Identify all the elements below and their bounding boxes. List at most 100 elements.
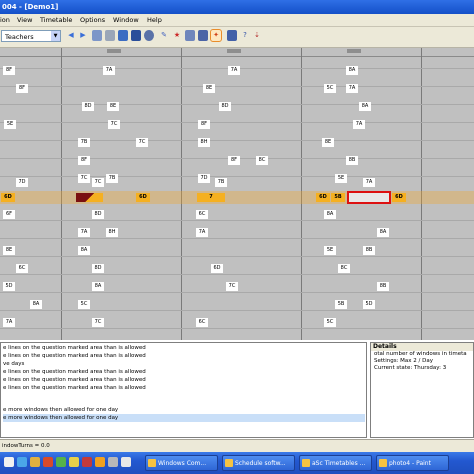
lesson-cell[interactable]: 7D: [16, 178, 28, 187]
lesson-cell[interactable]: 8B: [377, 282, 389, 291]
lesson-cell[interactable]: 7B: [215, 178, 227, 187]
chevron-down-icon[interactable]: ▼: [51, 31, 60, 41]
lesson-cell[interactable]: 8B: [363, 246, 375, 255]
message-item[interactable]: e lines on the question marked area than…: [3, 368, 146, 376]
taskbar-button[interactable]: photo4 - Paint: [376, 455, 449, 471]
lesson-cell[interactable]: 7A: [78, 228, 90, 237]
lesson-cell[interactable]: 8H: [106, 228, 118, 237]
grid-icon[interactable]: [92, 30, 102, 41]
taskbar-button[interactable]: Schedule softw...: [222, 455, 295, 471]
menu-item-options[interactable]: Options: [80, 14, 105, 26]
lesson-cell[interactable]: 8A: [30, 300, 42, 309]
wand-icon[interactable]: ✦: [210, 29, 222, 42]
lesson-cell-selected[interactable]: 6D: [392, 193, 406, 202]
lesson-cell[interactable]: 7D: [198, 174, 210, 183]
message-item-selected[interactable]: e more windows then allowed for one day: [3, 414, 365, 422]
message-item[interactable]: e lines on the question marked area than…: [3, 352, 146, 360]
lesson-cell[interactable]: 5E: [335, 174, 347, 183]
taskbar-button[interactable]: Windows Com...: [145, 455, 218, 471]
lesson-cell[interactable]: 8H: [198, 138, 210, 147]
lesson-cell[interactable]: 8E: [3, 246, 15, 255]
message-item[interactable]: e more windows then allowed for one day: [3, 406, 118, 414]
menu-item-file[interactable]: ion: [0, 14, 10, 26]
window-title-bar[interactable]: 004 - [Demo1]: [0, 0, 474, 14]
taskbar-button-active[interactable]: aSc Timetables ...: [299, 455, 372, 471]
lesson-cell-conflict[interactable]: [76, 193, 103, 202]
quicklaunch-app-icon[interactable]: [121, 457, 131, 467]
lesson-cell[interactable]: 7C: [78, 174, 90, 183]
lesson-cell[interactable]: 8F: [198, 120, 210, 129]
lesson-cell[interactable]: 8A: [324, 210, 336, 219]
lesson-cell-selected[interactable]: 6D: [1, 193, 15, 202]
lesson-cell[interactable]: 5D: [363, 300, 375, 309]
timetable-grid[interactable]: 8F 7A 7A 8A 8F 8E 5C 7A 8D 8E 8D 8A 7C 5…: [0, 48, 474, 340]
lesson-cell[interactable]: 7A: [353, 120, 365, 129]
lesson-cell[interactable]: 7C: [92, 318, 104, 327]
lesson-cell[interactable]: 8C: [256, 156, 268, 165]
lesson-cell[interactable]: 7A: [228, 66, 240, 75]
lesson-cell[interactable]: 5D: [3, 282, 15, 291]
menu-item-timetable[interactable]: Timetable: [40, 14, 72, 26]
lesson-cell[interactable]: 7A: [3, 318, 15, 327]
message-item[interactable]: ve days: [3, 360, 24, 368]
menu-item-help[interactable]: Help: [147, 14, 162, 26]
lesson-cell-selected[interactable]: 6D: [136, 193, 150, 202]
globe-icon[interactable]: [144, 30, 154, 41]
lesson-cell[interactable]: 7C: [136, 138, 148, 147]
quicklaunch-app-icon[interactable]: [69, 457, 79, 467]
lesson-cell[interactable]: 8A: [78, 246, 90, 255]
lesson-cell[interactable]: 6C: [196, 318, 208, 327]
lesson-cell[interactable]: 7C: [226, 282, 238, 291]
lesson-cell[interactable]: 7C: [108, 120, 120, 129]
lock-icon[interactable]: [198, 30, 208, 41]
lesson-cell-highlighted[interactable]: [347, 191, 391, 204]
lesson-cell[interactable]: 8D: [92, 210, 104, 219]
back-icon[interactable]: ◀: [66, 30, 76, 41]
lesson-cell[interactable]: 5C: [324, 318, 336, 327]
lesson-cell[interactable]: 5E: [324, 246, 336, 255]
lesson-cell[interactable]: 8D: [82, 102, 94, 111]
lesson-cell[interactable]: 8B: [346, 156, 358, 165]
lesson-cell[interactable]: 8A: [377, 228, 389, 237]
lesson-cell[interactable]: 8A: [346, 66, 358, 75]
lesson-cell[interactable]: 7A: [346, 84, 358, 93]
lesson-cell[interactable]: 8D: [219, 102, 231, 111]
lesson-cell[interactable]: 7A: [103, 66, 115, 75]
quicklaunch-folder-icon[interactable]: [30, 457, 40, 467]
lesson-cell[interactable]: 8C: [338, 264, 350, 273]
rooms-icon[interactable]: [131, 30, 141, 41]
lesson-cell[interactable]: 5B: [335, 300, 347, 309]
message-item[interactable]: e lines on the question marked area than…: [3, 344, 146, 352]
lesson-cell[interactable]: 5E: [4, 120, 16, 129]
lesson-cell[interactable]: 8A: [92, 282, 104, 291]
lesson-cell[interactable]: 8E: [322, 138, 334, 147]
lesson-cell[interactable]: 8F: [78, 156, 90, 165]
help-icon[interactable]: ?: [240, 30, 250, 41]
quicklaunch-desktop-icon[interactable]: [4, 457, 14, 467]
quicklaunch-app-icon[interactable]: [108, 457, 118, 467]
subjects-icon[interactable]: ✎: [159, 30, 169, 41]
lesson-cell[interactable]: 8F: [16, 84, 28, 93]
menu-item-window[interactable]: Window: [113, 14, 139, 26]
lesson-cell[interactable]: 8D: [92, 264, 104, 273]
users-icon[interactable]: [118, 30, 128, 41]
lesson-cell[interactable]: 5C: [78, 300, 90, 309]
lesson-cell[interactable]: 7C: [92, 178, 104, 187]
conflict-messages-list[interactable]: e lines on the question marked area than…: [0, 342, 367, 438]
quicklaunch-app-icon[interactable]: [43, 457, 53, 467]
lesson-cell[interactable]: 6D: [211, 264, 223, 273]
lesson-cell[interactable]: 8F: [228, 156, 240, 165]
lesson-cell[interactable]: 8A: [359, 102, 371, 111]
lesson-cell[interactable]: 7A: [196, 228, 208, 237]
lesson-cell[interactable]: 8E: [203, 84, 215, 93]
forward-icon[interactable]: ▶: [78, 30, 88, 41]
lesson-cell[interactable]: 7B: [106, 174, 118, 183]
view-select[interactable]: Teachers ▼: [1, 30, 61, 42]
quicklaunch-app-icon[interactable]: [95, 457, 105, 467]
menu-item-view[interactable]: View: [17, 14, 32, 26]
report-icon[interactable]: [227, 30, 237, 41]
lesson-cell-selected[interactable]: 7: [197, 193, 225, 202]
lesson-cell[interactable]: 6C: [196, 210, 208, 219]
pin-icon[interactable]: ⇣: [252, 30, 262, 41]
lesson-cell[interactable]: 6F: [3, 210, 15, 219]
